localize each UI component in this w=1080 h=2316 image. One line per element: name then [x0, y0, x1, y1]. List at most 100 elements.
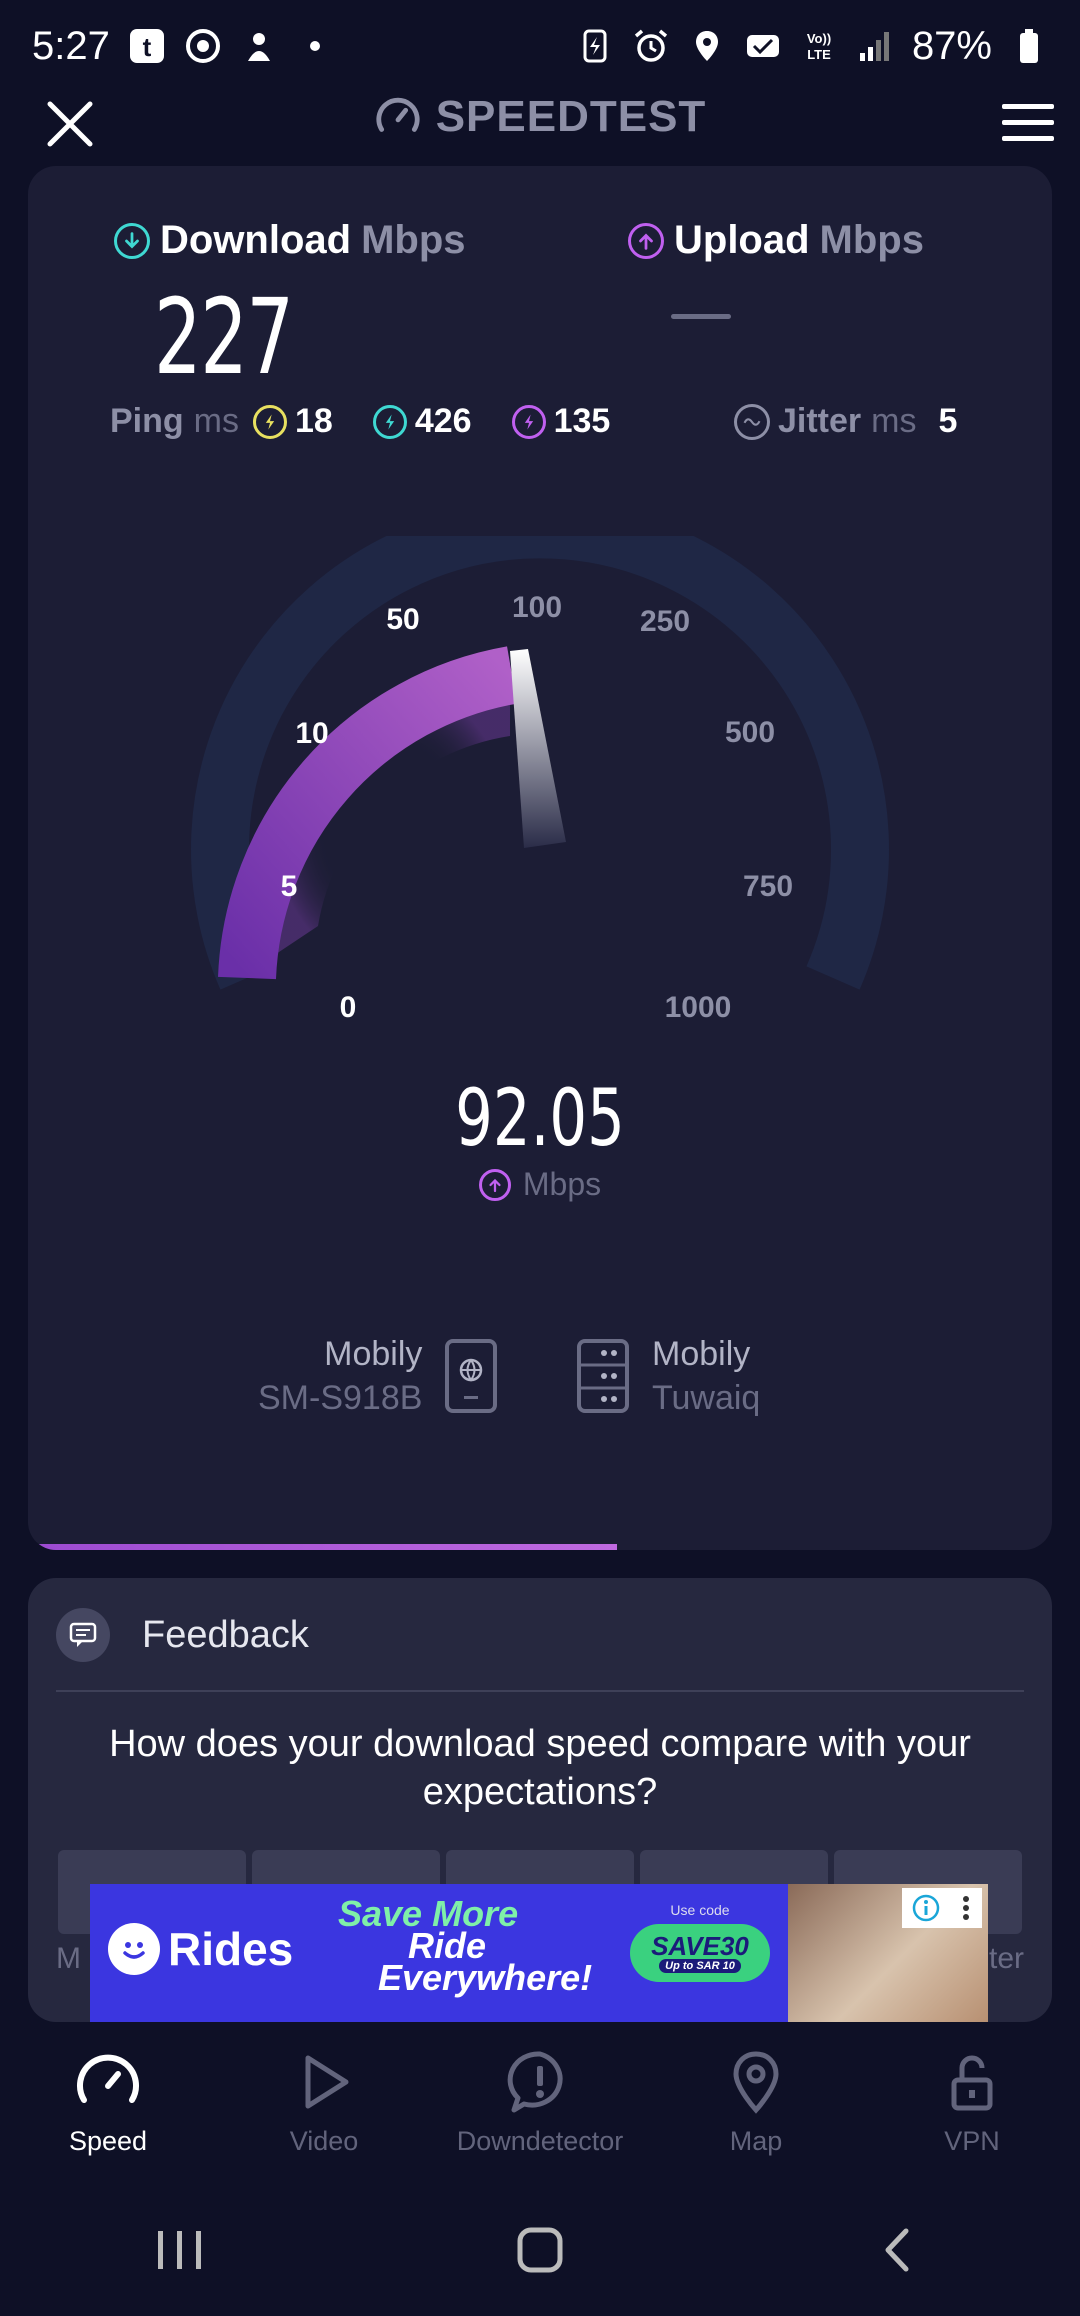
upload-unit: Mbps: [819, 218, 924, 262]
phone-globe-icon: [445, 1339, 498, 1413]
unlock-icon: [951, 2055, 993, 2111]
feedback-divider: [56, 1690, 1024, 1692]
tumblr-notification-icon: t: [128, 27, 166, 65]
home-button[interactable]: [500, 2220, 580, 2280]
ad-info-controls: [902, 1888, 982, 1928]
nav-video-label: Video: [289, 2126, 359, 2156]
download-label: Download: [160, 218, 352, 262]
jitter-metric: Jitter ms 5: [734, 402, 957, 441]
ping-upload-value: 135: [553, 402, 611, 440]
system-navigation-bar: [0, 2200, 1080, 2300]
rating-scale-right-label: ter: [988, 1942, 1024, 1975]
upload-metric: Upload Mbps: [628, 218, 924, 263]
rides-logo-icon: [108, 1923, 160, 1975]
ping-unit: ms: [193, 402, 239, 440]
speedtest-app: 5:27 t Vo)) LTE 87% SPEEDTEST Download M…: [0, 0, 1080, 2316]
alarm-icon: [632, 27, 670, 65]
battery-percentage: 87%: [911, 23, 992, 68]
signal-strength-icon: [856, 27, 894, 65]
bottom-navigation: Speed Video Downdetector Map VPN: [0, 2036, 1080, 2176]
ad-info-icon[interactable]: [911, 1893, 941, 1923]
gauge-label-50: 50: [386, 603, 419, 636]
nav-speed-label: Speed: [68, 2126, 148, 2156]
idle-latency-icon: [253, 404, 287, 439]
server-location: Tuwaiq: [652, 1379, 761, 1417]
ad-code-label: Use code: [670, 1902, 730, 1918]
server-provider: Mobily: [652, 1335, 751, 1373]
menu-button[interactable]: [1000, 100, 1056, 146]
back-button[interactable]: [860, 2220, 940, 2280]
ping-download: 426: [372, 402, 472, 441]
upload-arrow-icon: [628, 222, 664, 259]
server-info[interactable]: Mobily Tuwaiq: [576, 1332, 760, 1420]
upload-label: Upload: [674, 218, 810, 262]
gauge-label-100: 100: [512, 591, 562, 624]
ping-idle: 18: [253, 402, 333, 441]
brand-name: SPEEDTEST: [435, 92, 707, 141]
gauge-label-250: 250: [640, 605, 690, 638]
speedometer-icon: [77, 2054, 139, 2103]
nav-map[interactable]: Map: [648, 2036, 864, 2176]
svg-text:t: t: [143, 32, 152, 62]
gauge-label-0: 0: [340, 991, 357, 1024]
gauge-label-750: 750: [743, 870, 793, 903]
nav-vpn-label: VPN: [944, 2126, 1000, 2156]
gauge-label-10: 10: [295, 717, 328, 750]
current-speed-value: 92.05: [455, 1074, 625, 1164]
ping-label: Ping: [110, 402, 184, 440]
test-progress-fill: [28, 1544, 617, 1550]
upload-arrow-small-icon: [478, 1168, 511, 1201]
jitter-unit: ms: [871, 402, 917, 440]
gauge-needle: [510, 649, 566, 848]
jitter-value: 5: [938, 402, 958, 440]
feedback-header: Feedback: [56, 1608, 309, 1662]
back-icon: [885, 2228, 909, 2272]
gauge-label-5: 5: [281, 870, 298, 903]
svg-text:Vo)): Vo)): [807, 31, 831, 46]
ad-banner[interactable]: Rides Save More Ride Everywhere! Use cod…: [90, 1884, 988, 2022]
download-arrow-icon: [114, 222, 150, 259]
jitter-icon: [734, 403, 770, 440]
download-unit: Mbps: [361, 218, 466, 262]
chat-bubble-icon: [56, 1608, 110, 1662]
nav-downdetector-label: Downdetector: [456, 2126, 624, 2156]
speed-gauge: 0 5 10 50 100 250 500 750 1000: [191, 536, 889, 1024]
gauge-label-500: 500: [725, 716, 775, 749]
upload-pending-dash: [671, 314, 731, 319]
more-notifications-dot-icon: [296, 27, 334, 65]
gauge-label-1000: 1000: [665, 991, 732, 1024]
map-pin-icon: [733, 2051, 779, 2114]
play-icon: [305, 2055, 349, 2109]
nav-map-label: Map: [729, 2126, 783, 2156]
download-metric: Download Mbps: [114, 218, 466, 263]
nav-video[interactable]: Video: [216, 2036, 432, 2176]
rating-scale-left-label: M: [56, 1942, 81, 1975]
svg-text:LTE: LTE: [807, 47, 831, 62]
client-info[interactable]: Mobily SM-S918B: [258, 1332, 498, 1420]
ping-idle-value: 18: [295, 402, 333, 440]
recents-button[interactable]: [140, 2220, 220, 2280]
battery-saver-icon: [576, 27, 614, 65]
nav-vpn[interactable]: VPN: [864, 2036, 1080, 2176]
app-header: SPEEDTEST: [0, 92, 1080, 152]
nav-speed[interactable]: Speed: [0, 2036, 216, 2176]
home-icon: [517, 2227, 563, 2273]
app-notification-icon: [240, 27, 278, 65]
test-progress-bar: [28, 1544, 1052, 1550]
nav-downdetector[interactable]: Downdetector: [432, 2036, 648, 2176]
status-bar: 5:27 t Vo)) LTE 87%: [0, 0, 1080, 92]
ping-upload: 135: [511, 402, 611, 441]
ad-promo-code: Use code SAVE30 Up to SAR 10: [630, 1902, 770, 1982]
alert-icon: [507, 2051, 563, 2113]
download-value: 227: [154, 276, 294, 398]
ad-code-value: SAVE30: [651, 1931, 749, 1961]
ad-brand: Rides: [108, 1922, 293, 1976]
app-brand: SPEEDTEST: [0, 92, 1080, 142]
ad-brand-name: Rides: [168, 1923, 294, 1975]
chrome-notification-icon: [184, 27, 222, 65]
ad-options-icon[interactable]: [959, 1893, 973, 1923]
upload-latency-icon: [511, 404, 546, 439]
ad-headline-3: Everywhere!: [378, 1957, 593, 1998]
current-speed-unit: Mbps: [522, 1166, 602, 1202]
volte-icon: Vo)) LTE: [800, 27, 838, 65]
